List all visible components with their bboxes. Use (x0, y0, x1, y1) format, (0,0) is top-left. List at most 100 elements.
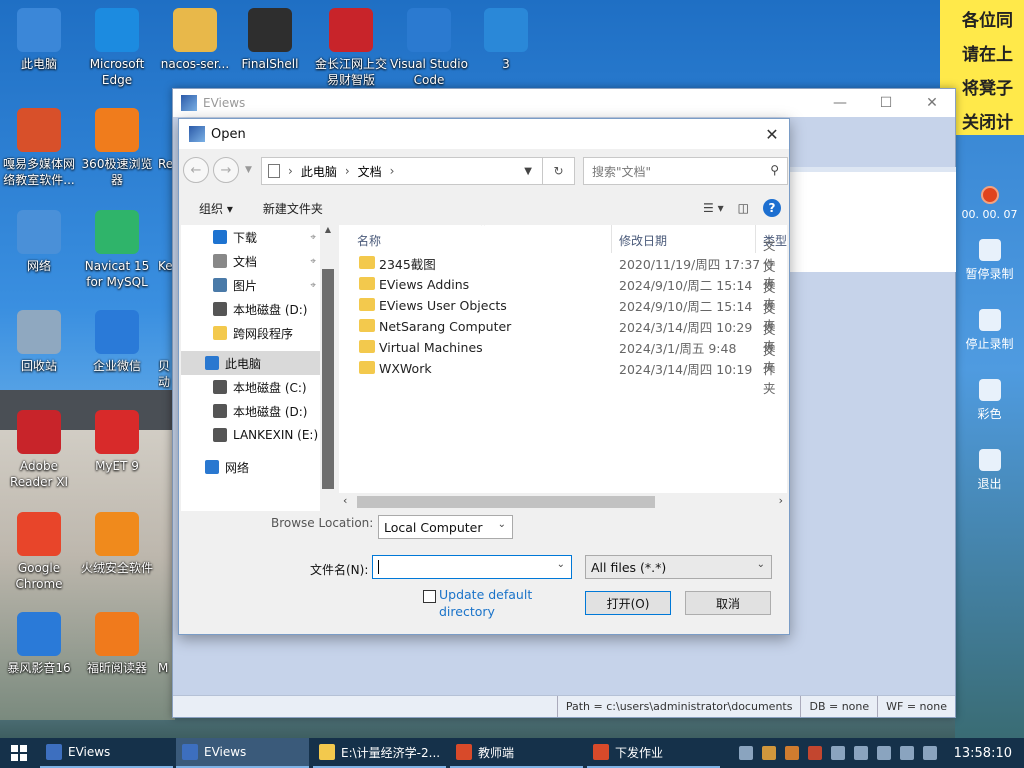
forward-arrow-icon[interactable]: → (213, 157, 239, 183)
navigation-scrollbar[interactable]: ▲ (320, 225, 336, 511)
desktop-icon[interactable]: FinalShell (230, 8, 310, 72)
keyboard-icon[interactable] (738, 746, 753, 760)
shield-icon[interactable] (784, 746, 799, 760)
scroll-left-icon[interactable]: ‹ (343, 494, 347, 507)
file-type-select[interactable]: All files (*.*) ⌄ (585, 555, 772, 579)
taskbar-item-eviews[interactable]: EViews (40, 738, 173, 768)
close-icon[interactable]: ✕ (909, 89, 955, 117)
desktop-icon[interactable]: Google Chrome (0, 512, 79, 592)
desktop-icon[interactable]: nacos-ser... (155, 8, 235, 72)
horizontal-scrollbar[interactable]: ‹ › (339, 493, 787, 511)
nav-item[interactable]: 本地磁盘 (D:) (181, 297, 320, 321)
help-icon[interactable]: ? (763, 199, 781, 217)
desktop-icon[interactable]: 360极速浏览器 (77, 108, 157, 188)
network-icon[interactable] (876, 746, 891, 760)
browse-location-select[interactable]: Local Computer ⌄ (378, 515, 513, 539)
column-date[interactable]: 修改日期 (619, 232, 667, 249)
file-row[interactable]: WXWork 2024/3/14/周四 10:19 文件夹 (339, 343, 787, 396)
exit-recorder-button[interactable]: 退出 (955, 431, 1024, 501)
organize-button[interactable]: 组织 ▾ (199, 200, 233, 217)
nav-item[interactable]: 下载 ⌖ (181, 225, 320, 249)
nav-item[interactable]: 本地磁盘 (D:) (181, 399, 320, 423)
preview-pane-icon[interactable]: ◫ (738, 201, 749, 215)
breadcrumb-documents[interactable]: 文档 (358, 163, 382, 180)
desktop-icon-label: 嘎易多媒体网络教室软件... (2, 157, 75, 187)
desktop-icon[interactable]: 企业微信 (77, 310, 157, 374)
recent-locations-icon[interactable]: ▼ (245, 165, 252, 175)
view-options-icon[interactable]: ☰ ▾ (703, 201, 724, 215)
desktop-icon[interactable]: 3 (466, 8, 546, 72)
scroll-right-icon[interactable]: › (779, 494, 783, 507)
desktop-icon[interactable]: 福昕阅读器 (77, 612, 157, 676)
pause-recording-button[interactable]: 暂停录制 (955, 221, 1024, 291)
column-divider[interactable] (611, 225, 612, 253)
dialog-titlebar[interactable]: Open (179, 119, 789, 149)
file-row[interactable]: Virtual Machines 2024/3/1/周五 9:48 文件夹 (339, 322, 787, 375)
nav-item[interactable]: 跨网段程序 (181, 321, 320, 345)
scrollbar-thumb[interactable] (357, 496, 655, 508)
open-dialog: Open ✕ ← → ▼ › 此电脑 › 文档 › ▼ ↻ 搜索"文档" ⚲ 组… (178, 118, 790, 635)
clock[interactable]: 13:58:10 (954, 746, 1012, 761)
breadcrumb-this-pc[interactable]: 此电脑 (301, 163, 337, 180)
nav-item[interactable]: 此电脑 (181, 351, 320, 375)
windows-logo-icon (11, 745, 27, 761)
desktop-icon[interactable]: Visual Studio Code (389, 8, 469, 88)
usb-icon[interactable] (761, 746, 776, 760)
desktop-icon[interactable]: Adobe Reader XI (0, 410, 79, 490)
nav-item[interactable]: 图片 ⌖ (181, 273, 320, 297)
microphone-icon[interactable] (922, 746, 937, 760)
color-mode-button[interactable]: 彩色 (955, 361, 1024, 431)
start-button[interactable] (0, 738, 38, 768)
pin-icon[interactable]: ⌖ (310, 232, 316, 243)
address-bar[interactable]: › 此电脑 › 文档 › ▼ (261, 157, 543, 185)
address-dropdown-icon[interactable]: ▼ (524, 166, 532, 177)
filename-input[interactable]: ⌄ (372, 555, 572, 579)
pin-icon[interactable]: ⌖ (310, 256, 316, 267)
nav-item[interactable]: LANKEXIN (E:) (181, 423, 320, 447)
pin-icon[interactable]: ⌖ (310, 280, 316, 291)
scroll-up-icon[interactable]: ▲ (320, 225, 336, 234)
taskbar-item-teacher[interactable]: 教师端 (450, 738, 583, 768)
app-tray-icon[interactable] (807, 746, 822, 760)
back-arrow-icon[interactable]: ← (183, 157, 209, 183)
nav-item[interactable]: 本地磁盘 (C:) (181, 375, 320, 399)
desktop-icon[interactable]: MyET 9 (77, 410, 157, 474)
new-folder-button[interactable]: 新建文件夹 (263, 200, 323, 217)
file-row[interactable]: NetSarang Computer 2024/3/14/周四 10:29 文件夹 (339, 301, 787, 354)
taskbar-item-explorer[interactable]: E:\计量经济学-2... (313, 738, 446, 768)
column-name[interactable]: 名称 (357, 232, 381, 249)
minimize-icon[interactable]: — (817, 89, 863, 117)
volume-icon[interactable] (899, 746, 914, 760)
command-window[interactable] (790, 172, 956, 272)
cancel-button[interactable]: 取消 (685, 591, 771, 615)
desktop-icon[interactable]: 火绒安全软件 (77, 512, 157, 576)
nav-item[interactable]: 文档 ⌖ (181, 249, 320, 273)
desktop-icon[interactable]: Microsoft Edge (77, 8, 157, 88)
desktop-icon[interactable]: 网络 (0, 210, 79, 274)
desktop-icon[interactable]: 回收站 (0, 310, 79, 374)
maximize-icon[interactable]: ☐ (863, 89, 909, 117)
taskbar-item-eviews-active[interactable]: EViews (176, 738, 309, 768)
device-icon[interactable] (830, 746, 845, 760)
column-divider[interactable] (755, 225, 756, 253)
desktop-icon[interactable]: 此电脑 (0, 8, 79, 72)
desktop-icon[interactable]: Navicat 15 for MySQL (77, 210, 157, 290)
open-button[interactable]: 打开(O) (585, 591, 671, 615)
taskbar-item-homework[interactable]: 下发作业 (587, 738, 720, 768)
search-input[interactable]: 搜索"文档" ⚲ (583, 157, 788, 185)
desktop-icon[interactable]: 金长江网上交易财智版 (311, 8, 391, 88)
file-row[interactable]: 2345截图 2020/11/19/周四 17:37 文件夹 (339, 238, 787, 291)
file-row[interactable]: EViews Addins 2024/9/10/周二 15:14 文件夹 (339, 259, 787, 312)
update-default-checkbox[interactable] (423, 590, 436, 603)
desktop-icon[interactable]: 暴风影音16 (0, 612, 79, 676)
stop-recording-button[interactable]: 停止录制 (955, 291, 1024, 361)
scrollbar-thumb[interactable] (322, 269, 334, 489)
display-icon[interactable] (853, 746, 868, 760)
close-icon[interactable]: ✕ (755, 119, 789, 149)
file-row[interactable]: EViews User Objects 2024/9/10/周二 15:14 文件夹 (339, 280, 787, 333)
nav-item[interactable]: 网络 (181, 455, 320, 479)
desktop-icon[interactable]: 嘎易多媒体网络教室软件... (0, 108, 79, 188)
refresh-icon[interactable]: ↻ (543, 157, 575, 185)
update-default-label[interactable]: Update default directory (439, 586, 549, 620)
eviews-logo-icon (181, 95, 197, 111)
